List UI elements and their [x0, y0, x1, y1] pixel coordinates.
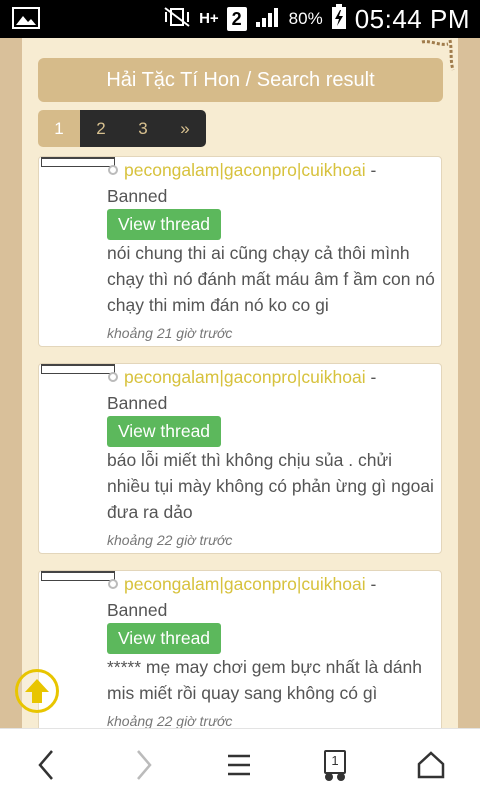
web-page[interactable]: Hải Tặc Tí Hon / Search result 1 2 3 » p… [0, 38, 480, 728]
back-icon [38, 750, 53, 780]
page-border-right [458, 38, 480, 728]
status-bar: H+ 2 80% 05:44 PM [0, 0, 480, 38]
post-content: ***** mẹ may chơi gem bực nhất là dánh m… [107, 657, 423, 703]
signal-icon [255, 6, 281, 33]
back-button[interactable] [26, 745, 66, 785]
arrow-up-icon [25, 679, 49, 703]
search-result-item: pecongalam|gaconpro|cuikhoai - Banned Vi… [38, 156, 442, 347]
avatar[interactable] [41, 364, 115, 374]
menu-button[interactable] [219, 745, 259, 785]
network-hplus-icon: H+ [199, 10, 219, 27]
post-content: nói chung thi ai cũng chạy cả thôi mình … [107, 243, 435, 315]
page-3-button[interactable]: 3 [122, 110, 164, 147]
battery-charging-icon [331, 3, 347, 35]
pagination: 1 2 3 » [38, 110, 206, 147]
post-meta: pecongalam|gaconpro|cuikhoai - Banned [107, 160, 377, 206]
search-result-item: pecongalam|gaconpro|cuikhoai - Banned Vi… [38, 570, 442, 728]
post-time: khoảng 21 giờ trước [107, 325, 233, 341]
post-meta: pecongalam|gaconpro|cuikhoai - Banned [107, 574, 377, 620]
view-thread-button[interactable]: View thread [107, 416, 221, 447]
browser-toolbar: 1 [0, 728, 480, 800]
username-link[interactable]: pecongalam|gaconpro|cuikhoai [124, 367, 366, 387]
post-time: khoảng 22 giờ trước [107, 532, 233, 548]
user-status: Banned [107, 600, 168, 620]
tabs-icon: 1 [322, 748, 348, 782]
page-border-left [0, 38, 22, 728]
user-status: Banned [107, 186, 168, 206]
next-page-button[interactable]: » [164, 110, 206, 147]
battery-percent: 80% [288, 9, 323, 28]
tabs-button[interactable]: 1 [315, 745, 355, 785]
sim-2-icon: 2 [226, 7, 247, 31]
page-title: Hải Tặc Tí Hon / Search result [38, 58, 443, 102]
forward-icon [137, 750, 152, 780]
scroll-to-top-button[interactable] [15, 669, 59, 713]
username-link[interactable]: pecongalam|gaconpro|cuikhoai [124, 160, 366, 180]
post-time: khoảng 22 giờ trước [107, 713, 233, 728]
page-2-button[interactable]: 2 [80, 110, 122, 147]
search-result-item: pecongalam|gaconpro|cuikhoai - Banned Vi… [38, 363, 442, 554]
tab-count: 1 [331, 753, 339, 768]
post-content: báo lỗi miết thì không chịu sủa . chửi n… [107, 450, 434, 522]
home-icon [417, 751, 445, 779]
avatar[interactable] [41, 157, 115, 167]
clock: 05:44 PM [354, 3, 470, 34]
menu-icon [228, 754, 250, 776]
post-meta: pecongalam|gaconpro|cuikhoai - Banned [107, 367, 377, 413]
image-icon [12, 7, 40, 29]
avatar[interactable] [41, 571, 115, 581]
username-link[interactable]: pecongalam|gaconpro|cuikhoai [124, 574, 366, 594]
page-1-button[interactable]: 1 [38, 110, 80, 147]
view-thread-button[interactable]: View thread [107, 209, 221, 240]
mute-vibrate-icon [163, 6, 191, 33]
view-thread-button[interactable]: View thread [107, 623, 221, 654]
forward-button[interactable] [124, 745, 164, 785]
home-button[interactable] [411, 745, 451, 785]
user-status: Banned [107, 393, 168, 413]
